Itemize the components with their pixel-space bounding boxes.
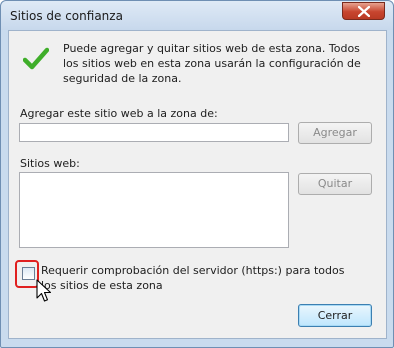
info-text: Puede agregar y quitar sitios web de est… <box>63 42 361 85</box>
mouse-pointer-icon <box>36 279 52 302</box>
websites-label: Sitios web: <box>20 157 80 170</box>
window-close-button[interactable] <box>342 2 385 20</box>
websites-list[interactable] <box>19 172 289 248</box>
add-site-input[interactable] <box>19 123 289 142</box>
close-button[interactable]: Cerrar <box>298 304 372 327</box>
dialog-title: Sitios de confianza <box>10 9 123 23</box>
title-bar[interactable]: Sitios de confianza <box>1 1 393 30</box>
add-site-label: Agregar este sitio web a la zona de: <box>20 107 218 120</box>
require-https-label[interactable]: Requerir comprobación del servidor (http… <box>41 263 361 293</box>
close-x-icon <box>358 6 370 17</box>
remove-button[interactable]: Quitar <box>298 173 372 195</box>
add-button[interactable]: Agregar <box>298 122 372 144</box>
green-checkmark-icon <box>23 47 49 70</box>
